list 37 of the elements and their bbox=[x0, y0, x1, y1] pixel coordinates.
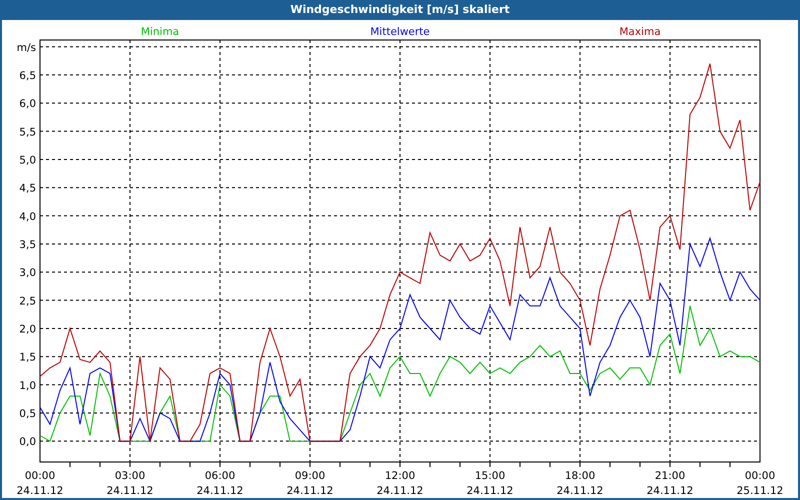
y-tick-label: 1,0 bbox=[19, 380, 36, 392]
y-tick-label: 5,0 bbox=[19, 154, 36, 166]
x-tick-time: 06:00 bbox=[204, 470, 236, 482]
x-tick-date: 24.11.12 bbox=[16, 485, 64, 497]
x-tick-date: 24.11.12 bbox=[466, 485, 514, 497]
x-tick-time: 21:00 bbox=[654, 470, 686, 482]
y-tick-label: 2,5 bbox=[19, 295, 36, 308]
x-tick-time: 12:00 bbox=[384, 470, 416, 482]
y-tick-label: 5,5 bbox=[19, 126, 36, 138]
x-tick-date: 24.11.12 bbox=[286, 485, 334, 497]
legend-label: Minima bbox=[140, 26, 180, 38]
x-tick-time: 09:00 bbox=[294, 470, 326, 482]
y-tick-label: 6,0 bbox=[19, 98, 36, 110]
x-tick-time: 18:00 bbox=[564, 470, 596, 482]
y-tick-label: 1,5 bbox=[19, 352, 36, 364]
chart-title: Windgeschwindigkeit [m/s] skaliert bbox=[289, 2, 511, 18]
y-tick-label: 0,5 bbox=[19, 408, 36, 420]
x-tick-date: 24.11.12 bbox=[106, 485, 154, 497]
y-tick-label: 3,5 bbox=[19, 238, 36, 251]
y-tick-label: 6,5 bbox=[19, 70, 36, 82]
legend-label: Maxima bbox=[619, 26, 661, 38]
y-tick-label: 4,5 bbox=[19, 182, 36, 195]
y-tick-label: 3,0 bbox=[19, 267, 36, 280]
x-tick-date: 25.11.12 bbox=[736, 485, 784, 497]
x-tick-time: 15:00 bbox=[474, 470, 506, 482]
x-tick-time: 00:00 bbox=[24, 470, 56, 482]
x-tick-date: 24.11.12 bbox=[196, 485, 244, 497]
y-tick-label: 4,0 bbox=[19, 210, 36, 223]
x-tick-date: 24.11.12 bbox=[646, 485, 694, 497]
y-tick-label: 2,0 bbox=[19, 323, 36, 336]
x-tick-time: 00:00 bbox=[744, 470, 776, 482]
x-tick-date: 24.11.12 bbox=[556, 485, 604, 497]
x-tick-date: 24.11.12 bbox=[376, 485, 424, 497]
y-tick-label: 0,0 bbox=[19, 436, 36, 448]
legend-label: Mittelwerte bbox=[370, 26, 430, 38]
y-tick-label: m/s bbox=[16, 42, 36, 54]
x-tick-time: 03:00 bbox=[114, 470, 146, 482]
